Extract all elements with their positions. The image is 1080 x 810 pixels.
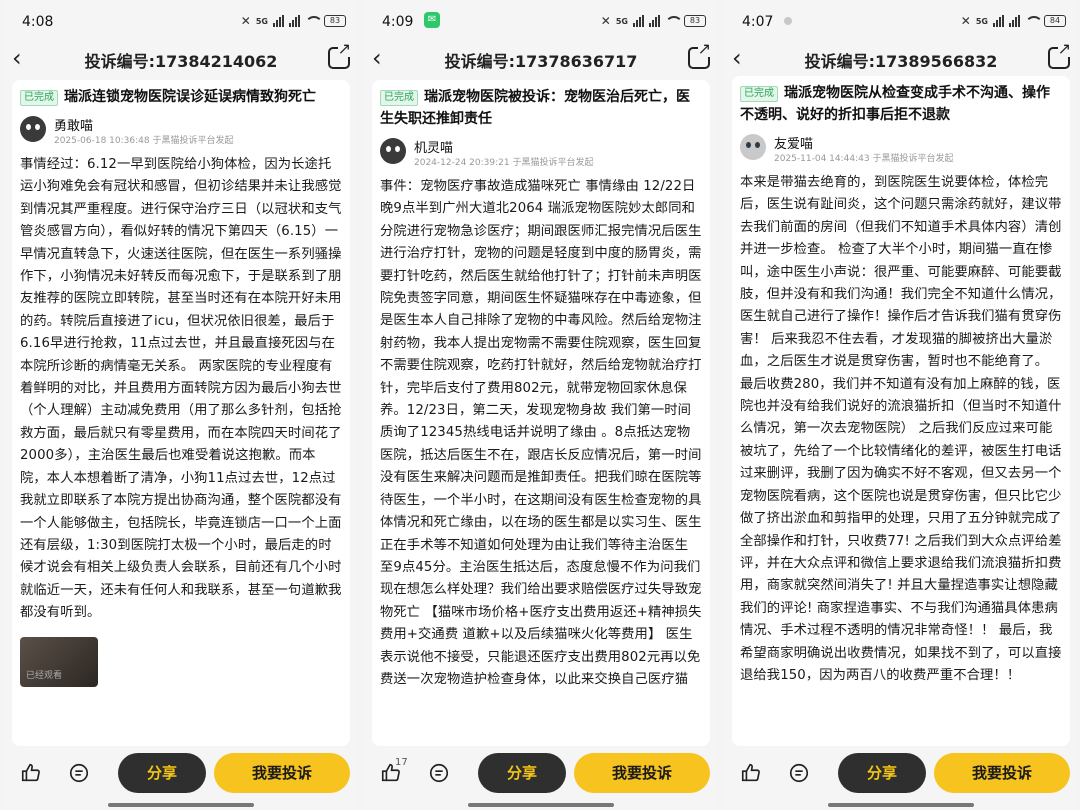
complaint-title: 瑞派连锁宠物医院误诊延误病情致狗死亡 <box>64 89 316 105</box>
nav-bar: ‹ 投诉编号:17378636717 <box>364 41 718 76</box>
status-icons: ✕ 5G 84 <box>961 14 1066 28</box>
thumbnail-label: 已经观看 <box>26 670 63 681</box>
complaint-header: 已完成 瑞派宠物医院被投诉：宠物医治后死亡，医生失职还推卸责任 <box>380 86 702 130</box>
share-button[interactable]: 分享 <box>478 753 566 793</box>
author-row: 友爱喵 2025-11-04 14:44:43 于黑猫投诉平台发起 <box>740 132 1062 170</box>
status-bar: 4:07 ✕ 5G 84 <box>724 0 1078 42</box>
share-out-icon[interactable] <box>1048 41 1071 69</box>
post-meta: 2025-06-18 10:36:48 于黑猫投诉平台发起 <box>54 136 234 146</box>
complain-button[interactable]: 我要投诉 <box>214 753 350 793</box>
share-out-icon[interactable] <box>328 41 351 69</box>
attachment-thumbnail[interactable]: 已经观看 <box>20 636 98 687</box>
mute-icon: ✕ <box>960 14 971 28</box>
status-time: 4:08 <box>22 14 54 30</box>
author-name[interactable]: 勇敢喵 <box>54 115 93 134</box>
comment-icon[interactable] <box>68 762 90 784</box>
signal-icon <box>273 15 284 27</box>
author-row: 机灵喵 2024-12-24 20:39:21 于黑猫投诉平台发起 <box>380 136 702 174</box>
wechat-notification-icon: ✉ <box>424 12 440 28</box>
nav-bar: ‹ 投诉编号:17389566832 <box>724 41 1078 76</box>
mute-icon: ✕ <box>240 14 251 28</box>
signal-icon <box>633 15 644 27</box>
avatar[interactable] <box>740 134 766 160</box>
avatar[interactable] <box>380 138 406 164</box>
bottom-action-bar: 分享 我要投诉 <box>724 748 1078 800</box>
status-bar: 4:09 ✉ ✕ 5G 83 <box>364 0 718 42</box>
complaint-number-title: 投诉编号:17384214062 <box>84 52 278 71</box>
mute-icon: ✕ <box>600 14 611 28</box>
battery-icon: 84 <box>1044 15 1066 27</box>
status-time: 4:07 <box>742 14 774 30</box>
share-button[interactable]: 分享 <box>118 753 206 793</box>
avatar[interactable] <box>20 116 46 142</box>
complaint-title: 瑞派宠物医院从检查变成手术不沟通、操作不透明、说好的折扣事后拒不退款 <box>740 85 1050 123</box>
signal-icon-2 <box>1009 15 1020 27</box>
screenshot-collage: 4:08 ✕ 5G 83 ‹ 投诉编号:17384214062 已完成 瑞派连锁… <box>0 0 1080 810</box>
network-label: 5G <box>975 16 988 26</box>
complain-button[interactable]: 我要投诉 <box>934 753 1070 793</box>
signal-icon <box>993 15 1004 27</box>
network-label: 5G <box>255 16 268 26</box>
complaint-body: 事件：宠物医疗事故造成猫咪死亡 事情缘由 12/22日晚9点半到广州大道北206… <box>380 179 702 687</box>
complaint-title: 瑞派宠物医院被投诉：宠物医治后死亡，医生失职还推卸责任 <box>380 89 690 127</box>
status-time: 4:09 <box>382 14 414 30</box>
status-badge: 已完成 <box>380 90 418 106</box>
author-row: 勇敢喵 2025-06-18 10:36:48 于黑猫投诉平台发起 <box>20 114 342 152</box>
post-meta: 2025-11-04 14:44:43 于黑猫投诉平台发起 <box>774 154 954 164</box>
status-icons: ✕ 5G 83 <box>601 14 706 28</box>
battery-icon: 83 <box>684 15 706 27</box>
thumbs-up-icon[interactable] <box>740 762 762 784</box>
home-indicator[interactable] <box>108 803 254 807</box>
author-name[interactable]: 友爱喵 <box>774 133 813 152</box>
bottom-action-bar: 分享 我要投诉 <box>4 748 358 800</box>
bottom-action-bar: 17 分享 我要投诉 <box>364 748 718 800</box>
wifi-icon <box>1025 16 1043 26</box>
complaint-body: 本来是带猫去绝育的，到医院医生说要体检，体检完后，医生说有趾间炎，这个问题只需涂… <box>740 175 1062 683</box>
complaint-number-title: 投诉编号:17378636717 <box>444 52 638 71</box>
signal-icon-2 <box>289 15 300 27</box>
comment-icon[interactable] <box>788 762 810 784</box>
battery-icon: 83 <box>324 15 346 27</box>
complaint-header: 已完成 瑞派宠物医院从检查变成手术不沟通、操作不透明、说好的折扣事后拒不退款 <box>740 82 1062 126</box>
share-out-icon[interactable] <box>688 41 711 69</box>
post-meta: 2024-12-24 20:39:21 于黑猫投诉平台发起 <box>414 158 594 168</box>
thumbs-up-icon[interactable] <box>20 762 42 784</box>
wifi-icon <box>665 16 683 26</box>
like-count: 17 <box>395 757 408 768</box>
nav-bar: ‹ 投诉编号:17384214062 <box>4 41 358 76</box>
network-label: 5G <box>615 16 628 26</box>
phone-screen-1: 4:08 ✕ 5G 83 ‹ 投诉编号:17384214062 已完成 瑞派连锁… <box>4 0 358 810</box>
status-bar: 4:08 ✕ 5G 83 <box>4 0 358 42</box>
complaint-header: 已完成 瑞派连锁宠物医院误诊延误病情致狗死亡 <box>20 86 342 108</box>
phone-screen-3: 4:07 ✕ 5G 84 ‹ 投诉编号:17389566832 已完成 瑞派宠物… <box>724 0 1078 810</box>
signal-icon-2 <box>649 15 660 27</box>
home-indicator[interactable] <box>828 803 974 807</box>
complaint-card: 已完成 瑞派宠物医院从检查变成手术不沟通、操作不透明、说好的折扣事后拒不退款 友… <box>732 76 1070 746</box>
complaint-number-title: 投诉编号:17389566832 <box>804 52 998 71</box>
complaint-card: 已完成 瑞派连锁宠物医院误诊延误病情致狗死亡 勇敢喵 2025-06-18 10… <box>12 80 350 746</box>
home-indicator[interactable] <box>468 803 614 807</box>
status-badge: 已完成 <box>740 86 778 102</box>
notification-dot-icon <box>784 17 792 25</box>
status-icons: ✕ 5G 83 <box>241 14 346 28</box>
complaint-card: 已完成 瑞派宠物医院被投诉：宠物医治后死亡，医生失职还推卸责任 机灵喵 2024… <box>372 80 710 746</box>
complaint-body: 事情经过：6.12一早到医院给小狗体检，因为长途托运小狗难免会有冠状和感冒，但初… <box>20 157 342 621</box>
comment-icon[interactable] <box>428 762 450 784</box>
share-button[interactable]: 分享 <box>838 753 926 793</box>
status-badge: 已完成 <box>20 90 58 106</box>
author-name[interactable]: 机灵喵 <box>414 137 453 156</box>
phone-screen-2: 4:09 ✉ ✕ 5G 83 ‹ 投诉编号:17378636717 已完成 瑞派… <box>364 0 718 810</box>
wifi-icon <box>305 16 323 26</box>
complain-button[interactable]: 我要投诉 <box>574 753 710 793</box>
